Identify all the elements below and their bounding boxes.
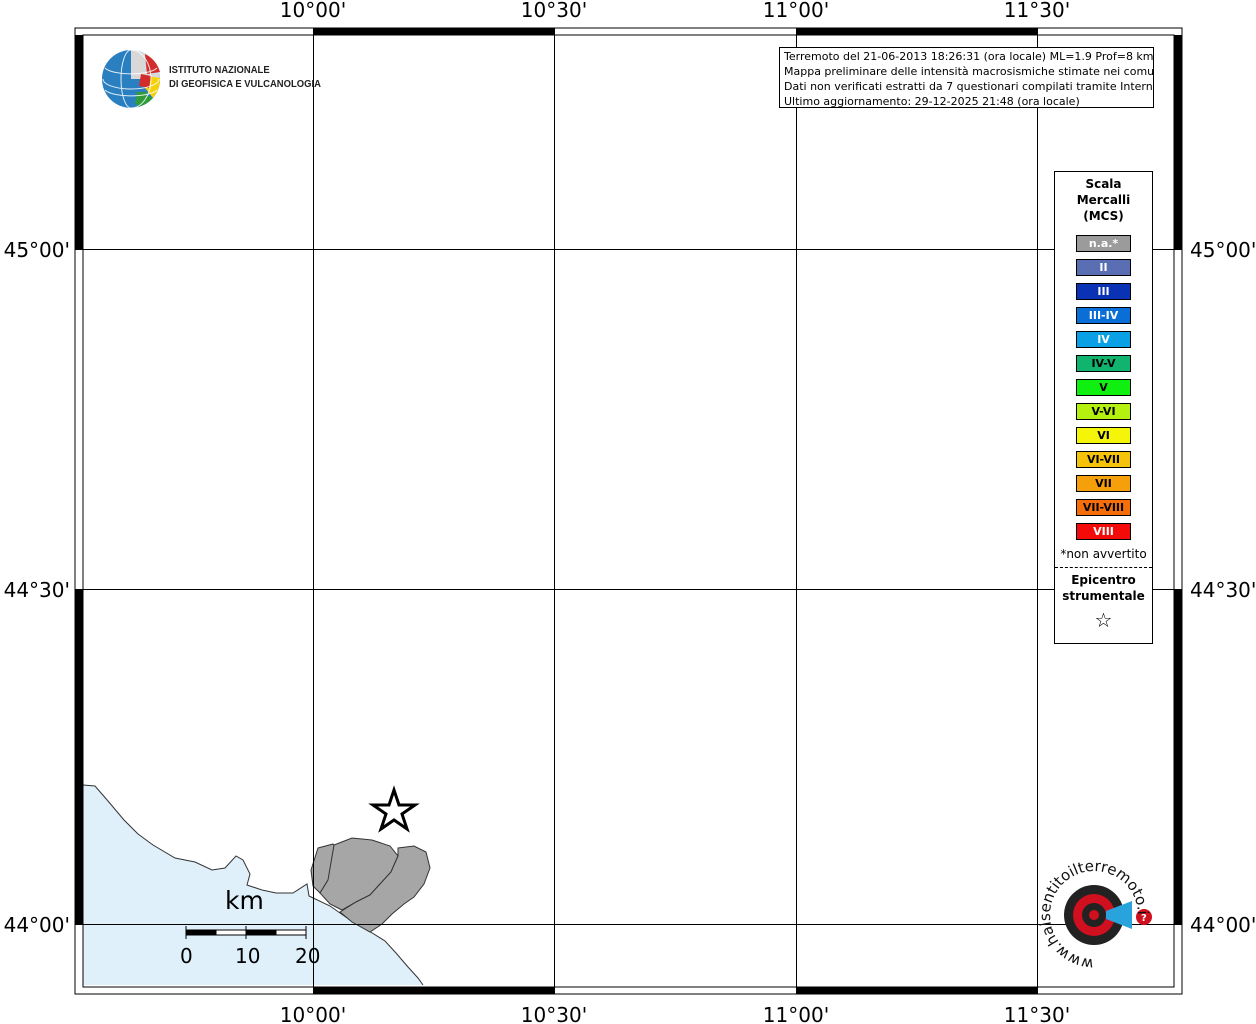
lon-label-bottom-2: 10°30' xyxy=(521,1003,587,1024)
legend-item: VII xyxy=(1076,475,1131,492)
legend-title-line3: (MCS) xyxy=(1083,209,1124,223)
lon-label-bottom-4: 11°30' xyxy=(1004,1003,1070,1024)
legend-item: IV xyxy=(1076,331,1131,348)
ingv-globe-icon xyxy=(102,49,161,109)
lon-label-top-2: 10°30' xyxy=(521,0,587,22)
legend-item: VI xyxy=(1076,427,1131,444)
legend-separator xyxy=(1055,567,1152,568)
legend-item: II xyxy=(1076,259,1131,276)
ingv-logo-line1: ISTITUTO NAZIONALE xyxy=(169,64,270,76)
legend-title-line1: Scala xyxy=(1085,177,1122,191)
scalebar-tick-0: 0 xyxy=(180,944,193,968)
legend-item: VII-VIII xyxy=(1076,499,1131,516)
lon-label-top-1: 10°00' xyxy=(280,0,346,22)
legend-item: n.a.* xyxy=(1076,235,1131,252)
event-info-line1: Terremoto del 21-06-2013 18:26:31 (ora l… xyxy=(784,50,1154,63)
lat-label-right-1: 45°00' xyxy=(1190,238,1256,262)
legend-list: n.a.* II III III-IV IV IV-V V V-VI VI VI-VII VII VI… xyxy=(1055,235,1152,540)
lat-label-left-1: 45°00' xyxy=(4,238,70,262)
legend-title-line2: Mercalli xyxy=(1076,193,1131,207)
legend-epicenter-line2: strumentale xyxy=(1062,589,1145,603)
legend-item: V-VI xyxy=(1076,403,1131,420)
legend-epicenter-line1: Epicentro xyxy=(1071,573,1136,587)
lat-label-left-2: 44°30' xyxy=(4,578,70,602)
epicenter-star-icon xyxy=(368,785,420,833)
lon-label-top-3: 11°00' xyxy=(763,0,829,22)
scalebar-tick-20: 20 xyxy=(295,944,321,968)
haisentito-logo: ? www.haisentitoilterremoto.it xyxy=(1031,841,1154,975)
ingv-logo-line2: DI GEOFISICA E VULCANOLOGIA xyxy=(169,78,321,90)
legend-note: *non avvertito xyxy=(1060,547,1147,561)
event-info-line2: Mappa preliminare delle intensità macros… xyxy=(784,65,1154,78)
haisentito-logo-icon: ? www.haisentitoilterremoto.it xyxy=(1031,841,1152,973)
legend-item: IV-V xyxy=(1076,355,1131,372)
event-info-line3: Dati non verificati estratti da 7 questi… xyxy=(784,80,1154,93)
event-info-line4: Ultimo aggiornamento: 29-12-2025 21:48 (… xyxy=(784,95,1080,108)
legend-star-icon: ☆ xyxy=(1094,608,1113,632)
mcs-legend: Scala Mercalli (MCS) n.a.* II III III-IV IV I… xyxy=(1054,171,1153,644)
map-frame xyxy=(74,27,1183,995)
ingv-logo: ISTITUTO NAZIONALE DI GEOFISICA E VULCAN… xyxy=(101,48,331,110)
lat-label-right-2: 44°30' xyxy=(1190,578,1256,602)
graticule xyxy=(75,28,1182,994)
legend-item: III-IV xyxy=(1076,307,1131,324)
lat-label-left-3: 44°00' xyxy=(4,913,70,937)
lon-label-bottom-1: 10°00' xyxy=(280,1003,346,1024)
legend-item: III xyxy=(1076,283,1131,300)
scalebar-tick-10: 10 xyxy=(235,944,261,968)
legend-item: VI-VII xyxy=(1076,451,1131,468)
legend-item: VIII xyxy=(1076,523,1131,540)
scalebar-unit: km xyxy=(225,886,264,915)
event-info-box: Terremoto del 21-06-2013 18:26:31 (ora l… xyxy=(779,47,1154,108)
legend-item: V xyxy=(1076,379,1131,396)
lon-label-bottom-3: 11°00' xyxy=(763,1003,829,1024)
lon-label-top-4: 11°30' xyxy=(1004,0,1070,22)
lat-label-right-3: 44°00' xyxy=(1190,913,1256,937)
